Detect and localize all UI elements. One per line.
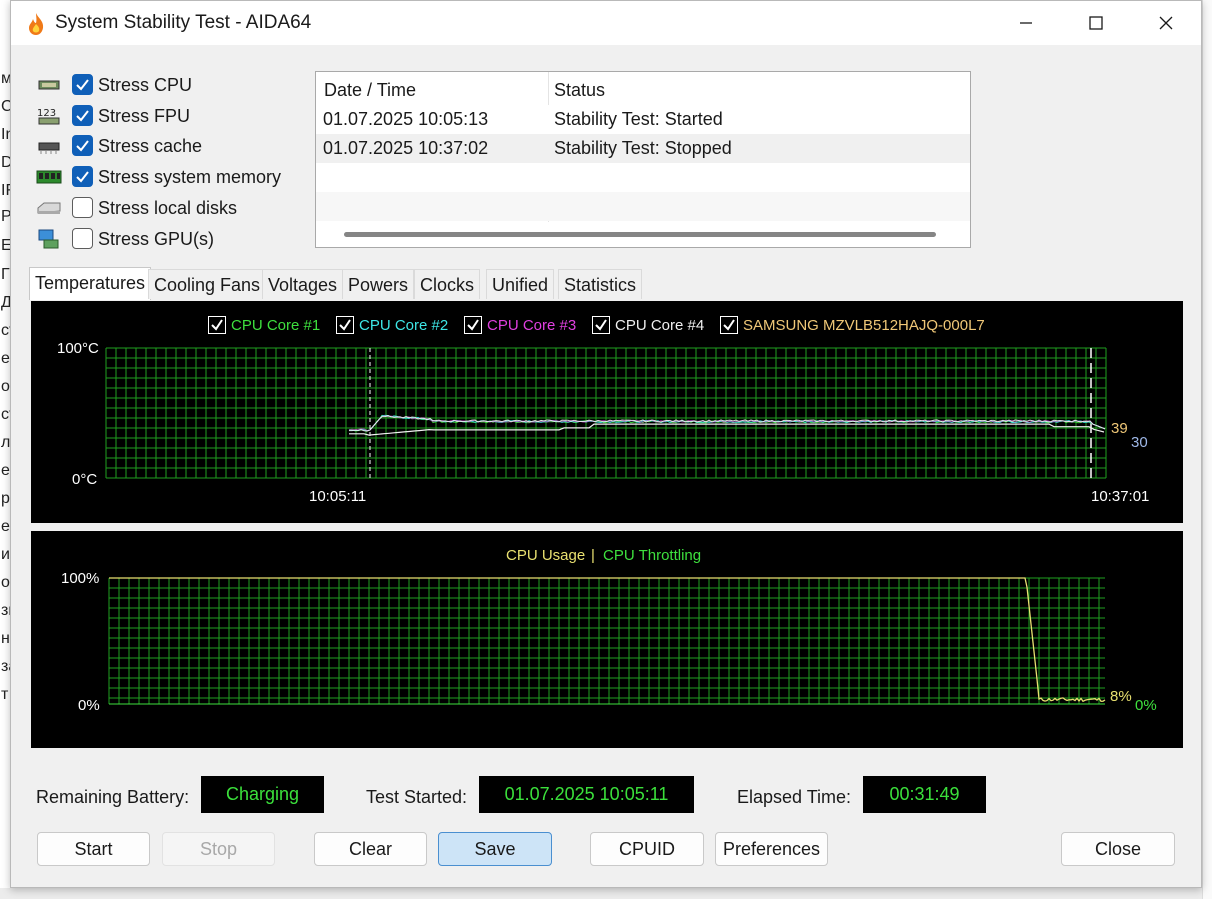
stress-cache-checkbox[interactable]: [72, 135, 93, 156]
temp-current-value: 39: [1111, 420, 1128, 437]
cpu-usage-plot: [108, 577, 1106, 705]
close-icon: [1159, 16, 1173, 30]
checkmark-icon: [76, 79, 89, 91]
log-row-datetime: 01.07.2025 10:37:02: [323, 138, 489, 158]
log-row-status: Stability Test: Stopped: [554, 138, 732, 158]
fpu-123-icon: 123: [37, 108, 60, 125]
background-text: л: [1, 434, 11, 451]
stress-fpu-checkbox[interactable]: [72, 105, 93, 126]
temp-x-start-label: 10:05:11: [309, 488, 367, 505]
cpu-usage-current: 8%: [1110, 688, 1132, 705]
test-started-value: 01.07.2025 10:05:11: [479, 776, 694, 813]
tab-unified[interactable]: Unified: [486, 269, 555, 299]
cache-chip-icon: [38, 142, 60, 154]
window-title: System Stability Test - AIDA64: [55, 12, 312, 33]
stability-test-window: System Stability Test - AIDA64 Stress CP…: [10, 0, 1202, 888]
minimize-button[interactable]: [991, 1, 1061, 45]
background-text: Г: [1, 266, 10, 283]
background-window-edge: [1202, 0, 1212, 899]
stress-fpu-option[interactable]: 123 Stress FPU: [36, 103, 296, 129]
background-text: о: [1, 574, 10, 591]
log-header-status[interactable]: Status: [554, 80, 605, 101]
stop-button[interactable]: Stop: [162, 832, 275, 866]
cpuid-button[interactable]: CPUID: [590, 832, 704, 866]
preferences-button[interactable]: Preferences: [715, 832, 828, 866]
cpu-chip-icon: [38, 80, 60, 90]
flame-icon: [29, 13, 44, 35]
checkmark-icon: [76, 110, 89, 122]
table-row[interactable]: 01.07.2025 10:05:13 Stability Test: Star…: [316, 105, 970, 134]
minimize-icon: [1020, 22, 1032, 24]
close-window-button[interactable]: [1131, 1, 1201, 45]
temp-y-max-label: 100°C: [57, 340, 99, 357]
close-button[interactable]: Close: [1061, 832, 1175, 866]
stress-memory-checkbox[interactable]: [72, 166, 93, 187]
background-text: р: [1, 490, 10, 507]
cpu-throttling-current: 0%: [1135, 697, 1157, 714]
stress-gpu-label: Stress GPU(s): [98, 229, 215, 249]
temp-current-value-2: 30: [1131, 434, 1148, 451]
tab-temperatures[interactable]: Temperatures: [29, 267, 152, 300]
event-log-table[interactable]: Date / Time Status 01.07.2025 10:05:13 S…: [315, 71, 971, 248]
log-header-datetime[interactable]: Date / Time: [324, 80, 416, 101]
stress-cache-option[interactable]: Stress cache: [36, 133, 296, 159]
temp-x-end-label: 10:37:01: [1091, 488, 1150, 505]
background-text: т: [1, 686, 9, 703]
save-button[interactable]: Save: [438, 832, 552, 866]
stress-cpu-checkbox[interactable]: [72, 74, 93, 95]
battery-label: Remaining Battery:: [36, 787, 190, 807]
cpu-y-max-label: 100%: [61, 570, 100, 587]
horizontal-scrollbar[interactable]: [344, 232, 936, 237]
battery-value: Charging: [201, 776, 324, 813]
log-row-status: Stability Test: Started: [554, 109, 723, 129]
maximize-button[interactable]: [1061, 1, 1131, 45]
disk-drive-icon: [37, 202, 61, 214]
elapsed-time-value: 00:31:49: [863, 776, 986, 813]
temp-y-min-label: 0°C: [72, 471, 98, 488]
tab-clocks[interactable]: Clocks: [414, 269, 481, 299]
cpu-usage-graph: CPU Usage | CPU Throttling 100% 0% 8% 0%: [31, 531, 1183, 748]
stress-disks-label: Stress local disks: [98, 198, 238, 218]
tab-statistics[interactable]: Statistics: [558, 269, 643, 299]
checkmark-icon: [76, 171, 89, 183]
stress-cpu-option[interactable]: Stress CPU: [36, 72, 296, 98]
stress-memory-label: Stress system memory: [98, 167, 282, 187]
elapsed-time-label: Elapsed Time:: [737, 787, 852, 807]
table-row-empty: [316, 163, 970, 192]
table-row-empty: [316, 192, 970, 221]
plot-grid: [108, 577, 1105, 704]
log-row-datetime: 01.07.2025 10:05:13: [323, 109, 489, 129]
stress-memory-option[interactable]: Stress system memory: [36, 164, 296, 190]
stress-disks-checkbox[interactable]: [72, 197, 93, 218]
gpu-monitor-icon: [38, 229, 59, 249]
temperature-graph: CPU Core #1 CPU Core #2 CPU Core #3 CPU …: [31, 301, 1183, 523]
temperature-plot: [105, 347, 1107, 479]
stress-disks-option[interactable]: Stress local disks: [36, 195, 296, 221]
stress-cache-label: Stress cache: [98, 136, 203, 156]
clear-button[interactable]: Clear: [314, 832, 427, 866]
tab-powers[interactable]: Powers: [342, 269, 415, 299]
maximize-icon: [1089, 16, 1103, 30]
series-cpu-usage: [109, 577, 1106, 703]
table-row[interactable]: 01.07.2025 10:37:02 Stability Test: Stop…: [316, 134, 970, 163]
test-started-label: Test Started:: [366, 787, 468, 807]
checkmark-icon: [76, 140, 89, 152]
cpu-y-min-label: 0%: [78, 697, 100, 714]
tab-cooling-fans[interactable]: Cooling Fans: [148, 269, 267, 299]
stress-cpu-label: Stress CPU: [98, 75, 193, 95]
title-bar[interactable]: System Stability Test - AIDA64: [11, 1, 1201, 45]
start-button[interactable]: Start: [37, 832, 150, 866]
background-desktop: [0, 888, 1212, 899]
tab-voltages[interactable]: Voltages: [262, 269, 344, 299]
plot-grid: [105, 347, 1107, 479]
svg-text:123: 123: [37, 108, 56, 119]
stress-gpu-checkbox[interactable]: [72, 228, 93, 249]
stress-gpu-option[interactable]: Stress GPU(s): [36, 226, 296, 252]
stress-fpu-label: Stress FPU: [98, 106, 191, 126]
memory-module-icon: [36, 170, 62, 184]
